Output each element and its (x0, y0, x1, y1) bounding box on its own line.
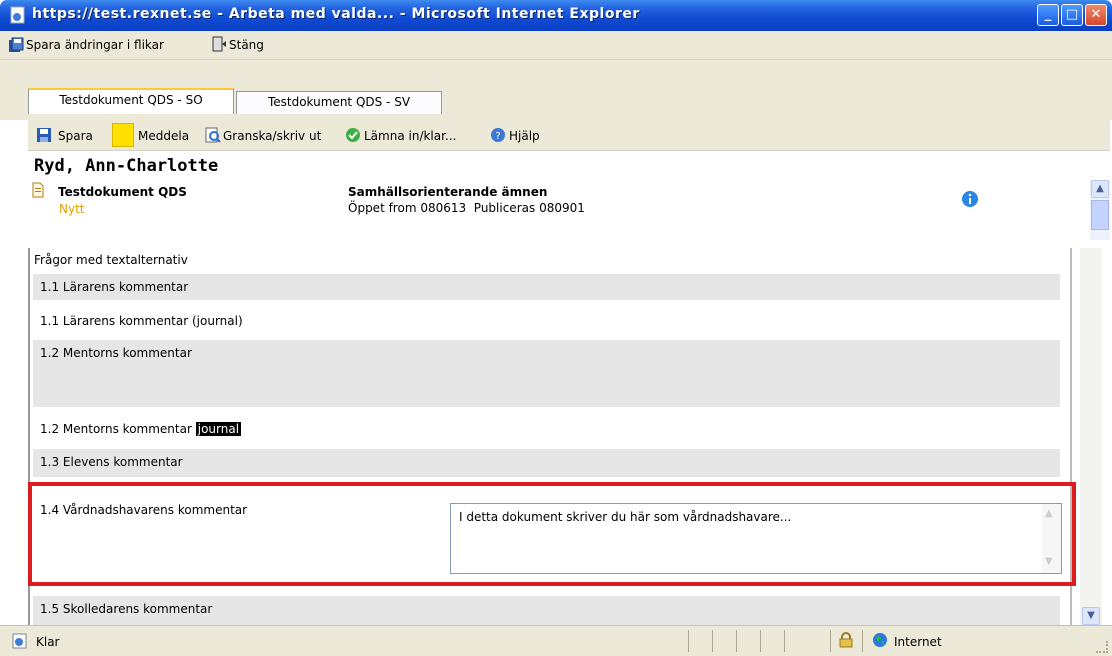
tab-strip: Testdokument QDS - SO Testdokument QDS -… (0, 60, 1112, 120)
document-toolbar: Spara Meddela Granska/skriv ut Lämna in/… (28, 120, 1110, 151)
scroll-down-icon[interactable]: ▼ (1082, 607, 1100, 625)
checkmark-icon (346, 128, 360, 142)
document-icon (32, 182, 44, 198)
form-scrollbar[interactable]: ▼ (1080, 248, 1102, 625)
minimize-button[interactable]: _ (1037, 4, 1059, 26)
form-row-1-5: 1.5 Skolledarens kommentar (33, 596, 1060, 625)
form-row-1-1: 1.1 Lärarens kommentar (33, 274, 1060, 300)
globe-icon (873, 633, 887, 647)
row-label-with-highlight: 1.2 Mentorns kommentar journal (40, 422, 242, 436)
row-label: 1.1 Lärarens kommentar (journal) (40, 314, 243, 328)
selected-text: journal (195, 422, 242, 436)
review-print-button[interactable]: Granska/skriv ut (223, 129, 321, 143)
section-title: Frågor med textalternativ (34, 253, 188, 267)
title-bar: https://test.rexnet.se - Arbeta med vald… (0, 0, 1112, 31)
save-button[interactable]: Spara (58, 129, 93, 143)
save-icon (37, 128, 51, 142)
top-toolbar: Spara ändringar i flikar Stäng (0, 31, 1112, 60)
submit-button[interactable]: Lämna in/klar... (364, 129, 456, 143)
scroll-up-icon[interactable]: ▲ (1091, 180, 1109, 198)
form-row-1-3: 1.3 Elevens kommentar (33, 449, 1060, 477)
form-row-1-2: 1.2 Mentorns kommentar (33, 340, 1060, 407)
window-title: https://test.rexnet.se - Arbeta med vald… (32, 6, 640, 22)
maximize-button[interactable]: □ (1061, 4, 1083, 26)
resize-grip[interactable] (1096, 641, 1108, 653)
document-name: Testdokument QDS (58, 185, 187, 199)
form-row-1-1-journal: 1.1 Lärarens kommentar (journal) (33, 308, 1060, 336)
document-status: Nytt (59, 202, 85, 216)
open-from-label: Öppet from (348, 201, 417, 215)
header-scrollbar[interactable]: ▲ (1090, 180, 1110, 240)
door-close-icon (212, 36, 226, 52)
notify-note-icon (112, 123, 134, 147)
ie-page-icon (12, 633, 27, 649)
highlight-frame (28, 482, 1076, 586)
publish-date: 080901 (539, 201, 585, 215)
status-bar: Klar Internet (0, 625, 1112, 656)
svg-text:?: ? (495, 131, 500, 142)
dates-line: Öppet from 080613 Publiceras 080901 (348, 201, 585, 215)
tab-testdokument-so[interactable]: Testdokument QDS - SO (28, 88, 234, 114)
status-text: Klar (36, 635, 60, 649)
close-button[interactable]: Stäng (229, 38, 264, 52)
help-icon: ? (491, 128, 505, 142)
tab-testdokument-sv[interactable]: Testdokument QDS - SV (236, 91, 442, 114)
publish-label: Publiceras (473, 201, 536, 215)
close-window-button[interactable]: ✕ (1085, 4, 1107, 26)
notify-button[interactable]: Meddela (138, 129, 189, 143)
save-tabs-button[interactable]: Spara ändringar i flikar (26, 38, 164, 52)
row-label: 1.5 Skolledarens kommentar (40, 602, 213, 616)
subject-title: Samhällsorienterande ämnen (348, 185, 548, 199)
save-tabs-icon (9, 37, 24, 52)
row-label: 1.2 Mentorns kommentar (40, 422, 192, 436)
form-row-1-2-journal: 1.2 Mentorns kommentar journal (33, 416, 1060, 444)
zone-text: Internet (894, 635, 942, 649)
lock-icon (839, 632, 853, 648)
ie-page-icon (10, 6, 25, 24)
open-from-date: 080613 (420, 201, 467, 215)
help-button[interactable]: Hjälp (509, 129, 540, 143)
row-label: 1.1 Lärarens kommentar (40, 280, 189, 294)
student-header: Ryd, Ann-Charlotte Testdokument QDS Nytt… (28, 151, 1110, 239)
row-label: 1.2 Mentorns kommentar (40, 346, 192, 360)
row-label: 1.3 Elevens kommentar (40, 455, 183, 469)
info-icon[interactable] (961, 190, 979, 208)
scroll-thumb[interactable] (1091, 200, 1109, 230)
student-name: Ryd, Ann-Charlotte (34, 156, 219, 176)
magnifier-icon (205, 127, 221, 143)
